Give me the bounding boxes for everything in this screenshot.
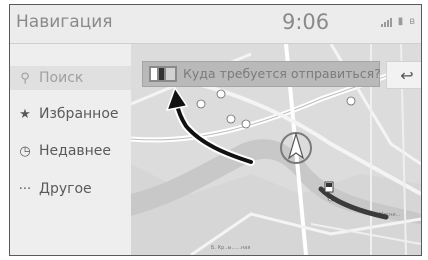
sidebar-item-recent[interactable]: ◷ Недавнее — [18, 139, 111, 163]
sidebar-item-label: Недавнее — [39, 143, 112, 159]
clock: 9:06 — [282, 10, 330, 34]
phone-icon: ▮ — [397, 16, 404, 27]
page-title: Навигация — [16, 12, 113, 32]
more-icon: ··· — [18, 181, 32, 197]
sidebar-item-label: Поиск — [39, 70, 84, 86]
header-bar: Навигация 9:06 ▮ ʙ — [10, 5, 421, 44]
sidebar-item-other[interactable]: ··· Другое — [18, 177, 92, 201]
navigation-screen: Навигация 9:06 ▮ ʙ ⚲ Поиск ★ Избранное ◷… — [9, 4, 422, 256]
sidebar: ⚲ Поиск ★ Избранное ◷ Недавнее ··· Друго… — [10, 44, 136, 255]
back-arrow-icon: ↩ — [400, 65, 414, 85]
sidebar-item-label: Избранное — [39, 106, 119, 122]
search-icon: ⚲ — [20, 70, 30, 86]
bluetooth-icon: ʙ — [409, 16, 415, 27]
street-label-bottom: Б. Кр..ы......ная — [211, 245, 250, 251]
destination-search-bar[interactable]: Куда требуется отправиться? — [142, 61, 381, 87]
search-placeholder: Куда требуется отправиться? — [183, 66, 381, 81]
sidebar-item-label: Другое — [39, 181, 92, 197]
status-area: ▮ ʙ — [380, 16, 415, 27]
sidebar-item-search[interactable]: ⚲ Поиск — [10, 66, 136, 90]
clock-icon: ◷ — [19, 143, 31, 159]
signal-icon — [380, 18, 392, 27]
sidebar-item-favorites[interactable]: ★ Избранное — [18, 102, 119, 126]
back-button[interactable]: ↩ — [386, 61, 421, 89]
flag-icon — [149, 66, 177, 82]
star-icon: ★ — [19, 106, 31, 122]
